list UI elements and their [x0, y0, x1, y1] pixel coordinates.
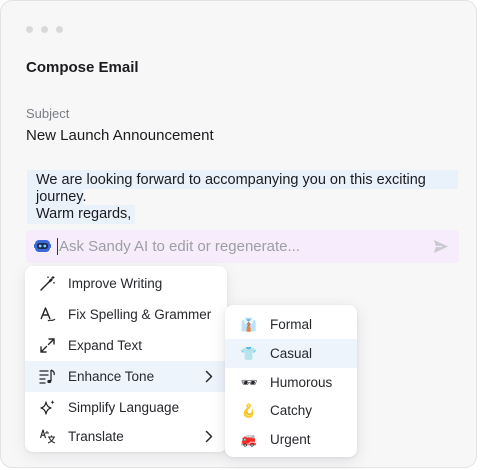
- expand-icon: [39, 337, 56, 354]
- send-icon[interactable]: [433, 239, 449, 254]
- submenu-item-catchy[interactable]: 🪝 Catchy: [225, 396, 357, 425]
- body-line: journey.: [36, 189, 87, 205]
- fire-engine-icon: 🚒: [240, 431, 258, 447]
- submenu-item-formal[interactable]: 👔 Formal: [225, 310, 357, 339]
- menu-item-improve-writing[interactable]: Improve Writing: [25, 268, 227, 299]
- translate-icon: [39, 428, 56, 445]
- page-title: Compose Email: [26, 59, 139, 76]
- menu-item-fix-spelling[interactable]: Fix Spelling & Grammer: [25, 299, 227, 330]
- chevron-right-icon: [205, 370, 213, 383]
- ai-actions-menu: Improve Writing Fix Spelling & Grammer E…: [25, 266, 227, 452]
- ai-prompt-bar: [26, 230, 459, 263]
- ai-prompt-input[interactable]: [59, 236, 419, 257]
- tshirt-icon: 👕: [240, 345, 258, 361]
- sunglasses-icon: 🕶: [240, 374, 258, 390]
- subject-field[interactable]: New Launch Announcement: [26, 127, 214, 144]
- body-line: Warm regards,: [36, 206, 132, 222]
- submenu-item-label: Casual: [270, 346, 313, 361]
- menu-item-label: Simplify Language: [68, 400, 180, 415]
- hook-icon: 🪝: [240, 402, 258, 418]
- submenu-item-label: Humorous: [270, 375, 333, 390]
- body-line: We are looking forward to accompanying y…: [36, 172, 426, 188]
- magic-wand-icon: [39, 275, 56, 292]
- email-body[interactable]: We are looking forward to accompanying y…: [36, 172, 446, 223]
- window-dot-maximize[interactable]: [56, 26, 63, 33]
- submenu-item-urgent[interactable]: 🚒 Urgent: [225, 425, 357, 454]
- menu-item-label: Fix Spelling & Grammer: [68, 307, 212, 322]
- menu-item-label: Translate: [68, 429, 124, 444]
- menu-item-simplify-language[interactable]: Simplify Language: [25, 392, 227, 423]
- tone-submenu: 👔 Formal 👕 Casual 🕶 Humorous 🪝 Catchy 🚒 …: [225, 305, 357, 457]
- window-dot-minimize[interactable]: [41, 26, 48, 33]
- necktie-icon: 👔: [240, 316, 258, 332]
- menu-item-label: Enhance Tone: [68, 369, 155, 384]
- submenu-item-label: Urgent: [270, 432, 311, 447]
- menu-item-label: Improve Writing: [68, 276, 163, 291]
- submenu-item-label: Catchy: [270, 403, 313, 418]
- subject-label: Subject: [26, 106, 70, 121]
- spell-check-icon: [39, 306, 56, 323]
- text-cursor: [57, 238, 58, 255]
- sparkle-icon: [39, 399, 56, 416]
- submenu-item-humorous[interactable]: 🕶 Humorous: [225, 368, 357, 397]
- tone-icon: [39, 368, 56, 385]
- window-controls: [26, 26, 63, 33]
- window-dot-close[interactable]: [26, 26, 33, 33]
- submenu-item-casual[interactable]: 👕 Casual: [225, 339, 357, 368]
- menu-item-expand-text[interactable]: Expand Text: [25, 330, 227, 361]
- submenu-item-label: Formal: [270, 317, 313, 332]
- robot-icon: [34, 240, 51, 252]
- menu-item-enhance-tone[interactable]: Enhance Tone: [25, 361, 227, 392]
- menu-item-label: Expand Text: [68, 338, 143, 353]
- chevron-right-icon: [205, 430, 213, 443]
- menu-item-translate[interactable]: Translate: [25, 421, 227, 452]
